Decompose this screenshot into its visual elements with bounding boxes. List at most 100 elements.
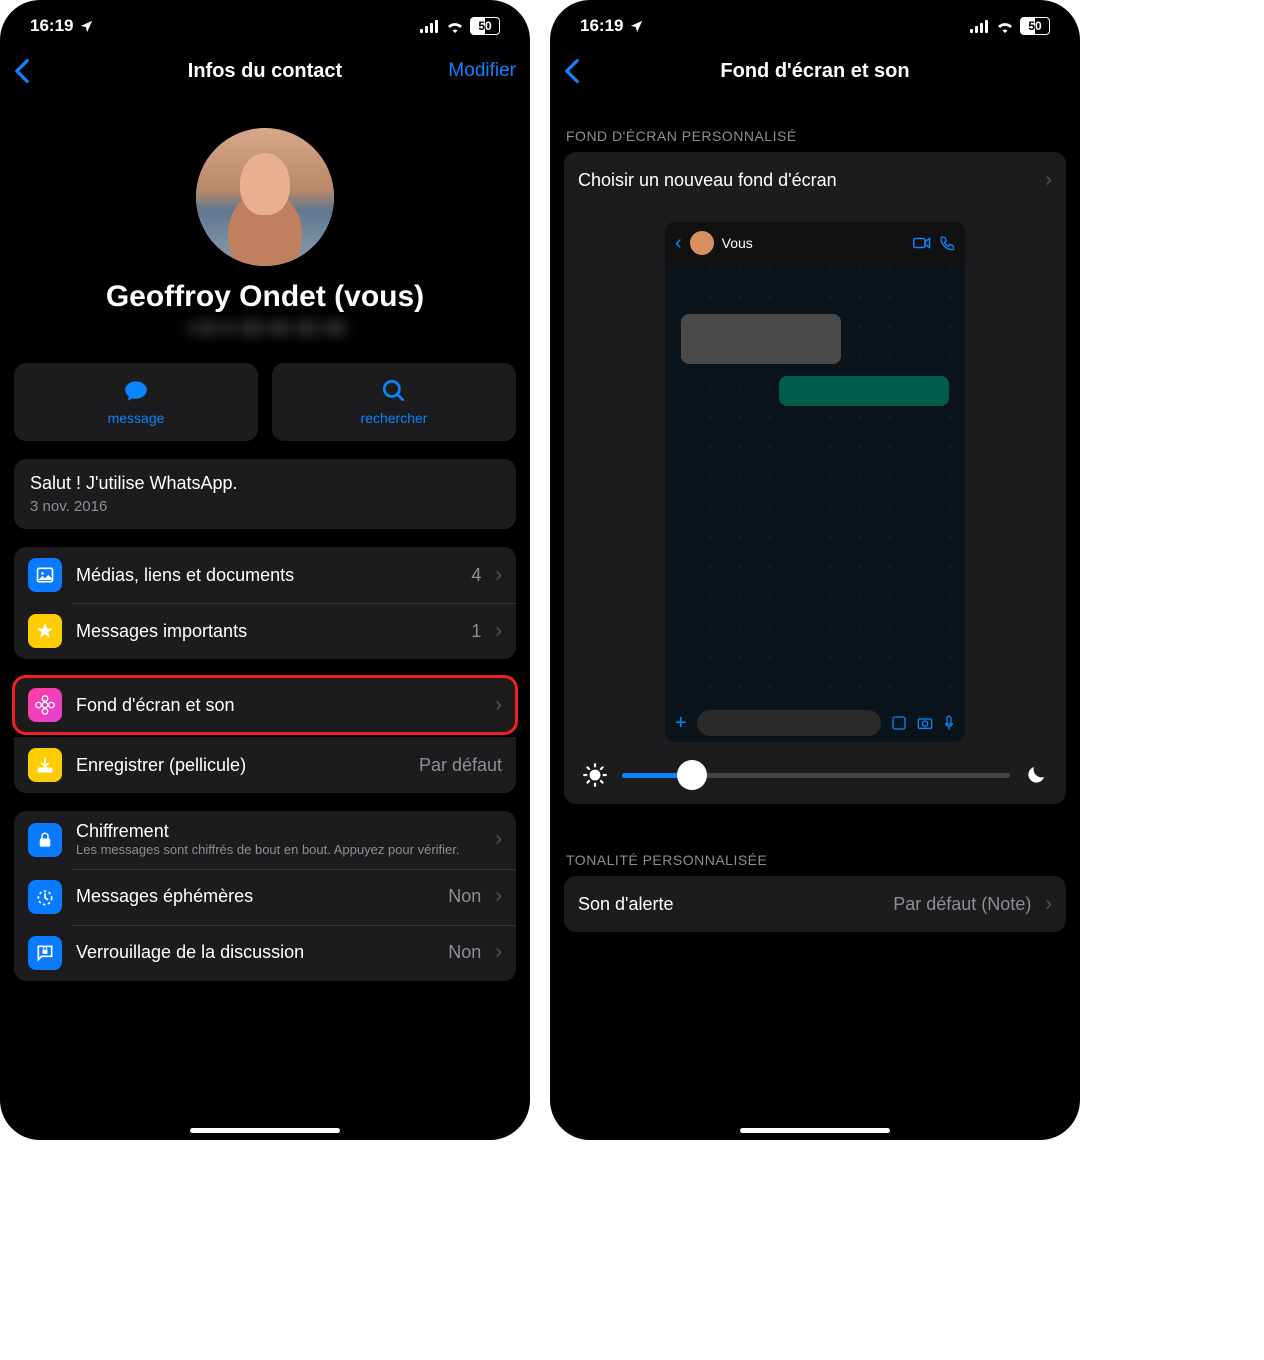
download-icon — [28, 748, 62, 782]
back-button[interactable] — [564, 58, 644, 84]
lock-icon — [28, 823, 62, 857]
row-label: Choisir un nouveau fond d'écran — [578, 170, 1031, 191]
wallpaper-card: Choisir un nouveau fond d'écran › ‹ Vous — [564, 152, 1066, 804]
preview-header: ‹ Vous — [665, 222, 965, 264]
mic-icon — [943, 715, 955, 731]
status-text: Salut ! J'utilise WhatsApp. — [30, 473, 500, 494]
brightness-control — [564, 756, 1066, 804]
row-label: Messages éphémères — [76, 886, 434, 907]
flower-icon — [28, 688, 62, 722]
chevron-right-icon: › — [1045, 893, 1052, 916]
timer-icon — [28, 880, 62, 914]
row-value: 1 — [471, 621, 481, 642]
choose-wallpaper-row[interactable]: Choisir un nouveau fond d'écran › — [564, 152, 1066, 208]
security-group: Chiffrement Les messages sont chiffrés d… — [14, 811, 516, 981]
search-icon — [381, 378, 407, 404]
status-time: 16:19 — [30, 16, 73, 36]
status-bar: 16:19 50 — [0, 0, 530, 44]
camera-icon — [917, 716, 933, 730]
sun-icon — [582, 762, 608, 788]
phone-contact-info: 16:19 50 Infos du contact Modifier Geoff… — [0, 0, 530, 1140]
row-label: Fond d'écran et son — [76, 695, 481, 716]
save-media-card: Enregistrer (pellicule) Par défaut — [14, 737, 516, 793]
media-group: Médias, liens et documents 4 › Messages … — [14, 547, 516, 659]
moon-icon — [1024, 763, 1048, 787]
phone-icon — [939, 235, 955, 251]
section-header-tone: Tonalité personnalisée — [550, 822, 1080, 876]
location-arrow-icon — [79, 19, 94, 34]
save-media-row[interactable]: Enregistrer (pellicule) Par défaut — [14, 737, 516, 793]
contact-avatar[interactable] — [196, 128, 334, 266]
location-arrow-icon — [629, 19, 644, 34]
contact-phone: +33 6 00 00 00 00 — [14, 318, 516, 341]
status-date: 3 nov. 2016 — [30, 498, 500, 515]
sticker-icon — [891, 715, 907, 731]
chevron-right-icon: › — [495, 885, 502, 908]
status-bar: 16:19 50 — [550, 0, 1080, 44]
row-label: Enregistrer (pellicule) — [76, 755, 405, 776]
star-icon — [28, 614, 62, 648]
row-label: Messages importants — [76, 621, 457, 642]
back-button[interactable] — [14, 58, 94, 84]
edit-button[interactable]: Modifier — [436, 60, 516, 82]
nav-bar: Fond d'écran et son — [550, 44, 1080, 98]
row-label: Chiffrement — [76, 821, 481, 842]
chevron-right-icon: › — [1045, 169, 1052, 192]
brightness-slider[interactable] — [622, 773, 1010, 778]
status-time: 16:19 — [580, 16, 623, 36]
plus-icon: + — [675, 712, 687, 735]
row-label: Médias, liens et documents — [76, 565, 457, 586]
nav-title: Fond d'écran et son — [644, 60, 986, 83]
starred-row[interactable]: Messages importants 1 › — [14, 603, 516, 659]
chevron-right-icon: › — [495, 564, 502, 587]
media-row[interactable]: Médias, liens et documents 4 › — [14, 547, 516, 603]
row-subtitle: Les messages sont chiffrés de bout en bo… — [76, 842, 481, 859]
phone-wallpaper-sound: 16:19 50 Fond d'écran et son Fond d'écra… — [550, 0, 1080, 1140]
row-value: Non — [448, 886, 481, 907]
chat-lock-icon — [28, 936, 62, 970]
home-indicator[interactable] — [190, 1128, 340, 1133]
bubble-outgoing — [779, 376, 949, 406]
nav-bar: Infos du contact Modifier — [0, 44, 530, 98]
battery-icon: 50 — [1020, 17, 1050, 35]
row-value: Par défaut (Note) — [893, 894, 1031, 915]
preview-avatar — [690, 231, 714, 255]
video-icon — [913, 236, 931, 250]
row-label: Son d'alerte — [578, 894, 879, 915]
cellular-icon — [420, 20, 440, 33]
contact-name: Geoffroy Ondet (vous) — [14, 280, 516, 314]
home-indicator[interactable] — [740, 1128, 890, 1133]
preview-input-bar: + — [665, 704, 965, 742]
tone-card: Son d'alerte Par défaut (Note) › — [564, 876, 1066, 932]
row-value: Non — [448, 942, 481, 963]
alert-sound-row[interactable]: Son d'alerte Par défaut (Note) › — [564, 876, 1066, 932]
preview-name: Vous — [722, 235, 905, 251]
message-button[interactable]: message — [14, 363, 258, 441]
status-card: Salut ! J'utilise WhatsApp. 3 nov. 2016 — [14, 459, 516, 529]
preview-text-field — [697, 710, 881, 736]
wallpaper-row-card: Fond d'écran et son › — [14, 677, 516, 733]
wallpaper-preview[interactable]: ‹ Vous + — [665, 222, 965, 742]
image-icon — [28, 558, 62, 592]
search-button[interactable]: rechercher — [272, 363, 516, 441]
slider-thumb[interactable] — [677, 760, 707, 790]
wifi-icon — [996, 20, 1014, 33]
nav-title: Infos du contact — [94, 60, 436, 83]
wallpaper-sound-row[interactable]: Fond d'écran et son › — [14, 677, 516, 733]
message-label: message — [108, 410, 165, 426]
section-header-wallpaper: Fond d'écran personnalisé — [550, 98, 1080, 152]
battery-icon: 50 — [470, 17, 500, 35]
wifi-icon — [446, 20, 464, 33]
bubble-incoming — [681, 314, 841, 364]
chevron-right-icon: › — [495, 620, 502, 643]
chevron-right-icon: › — [495, 694, 502, 717]
cellular-icon — [970, 20, 990, 33]
encryption-row[interactable]: Chiffrement Les messages sont chiffrés d… — [14, 811, 516, 869]
chevron-left-icon: ‹ — [675, 232, 682, 255]
chevron-right-icon: › — [495, 828, 502, 851]
message-icon — [122, 378, 150, 404]
row-value: 4 — [471, 565, 481, 586]
row-value: Par défaut — [419, 755, 502, 776]
disappearing-row[interactable]: Messages éphémères Non › — [14, 869, 516, 925]
chatlock-row[interactable]: Verrouillage de la discussion Non › — [14, 925, 516, 981]
